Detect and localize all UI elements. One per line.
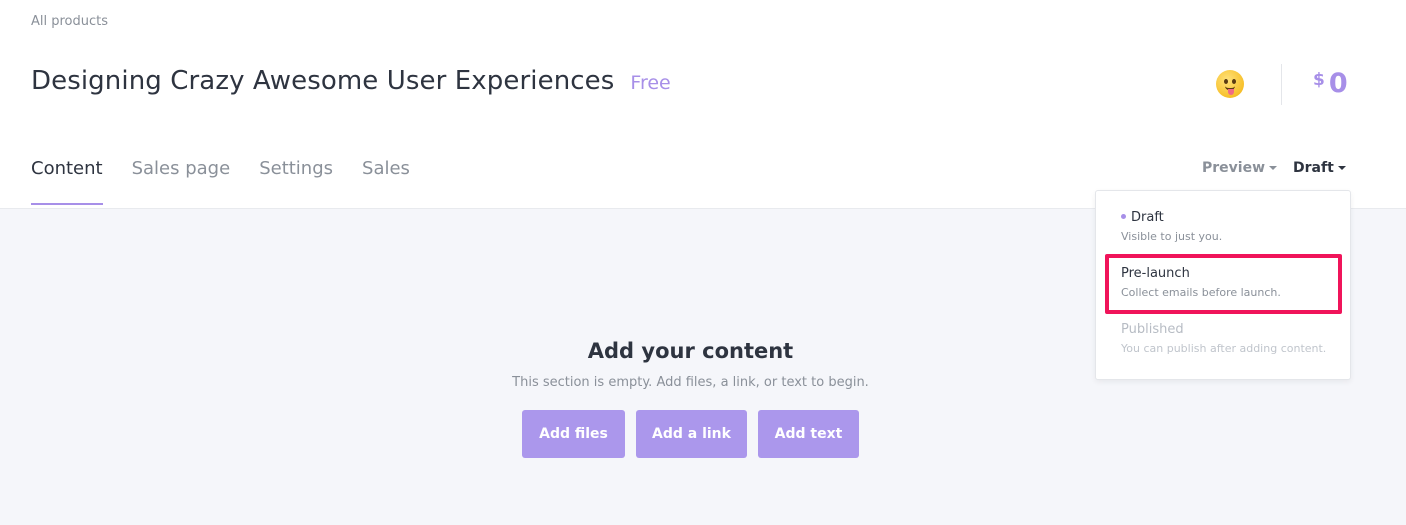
product-tabs: Content Sales page Settings Sales bbox=[31, 158, 410, 205]
caret-down-icon bbox=[1337, 166, 1346, 170]
avatar-eye bbox=[1224, 79, 1228, 84]
tab-content[interactable]: Content bbox=[31, 158, 103, 205]
status-dropdown-button[interactable]: Draft bbox=[1293, 160, 1346, 176]
add-link-button[interactable]: Add a link bbox=[636, 410, 747, 458]
status-option-description: Visible to just you. bbox=[1121, 230, 1223, 243]
product-editor-page: All products Designing Crazy Awesome Use… bbox=[0, 0, 1406, 525]
status-option-label: Pre-launch bbox=[1121, 266, 1190, 281]
add-text-button[interactable]: Add text bbox=[758, 410, 859, 458]
status-label: Draft bbox=[1293, 160, 1334, 176]
page-title: Designing Crazy Awesome User Experiences bbox=[31, 66, 615, 96]
status-option-description: Collect emails before launch. bbox=[1121, 286, 1281, 299]
breadcrumb-all-products[interactable]: All products bbox=[31, 14, 108, 29]
preview-label: Preview bbox=[1202, 160, 1266, 176]
content-actions: Add files Add a link Add text bbox=[522, 410, 859, 458]
status-dropdown-menu: Draft Visible to just you. Pre-launch Co… bbox=[1095, 190, 1351, 380]
caret-down-icon bbox=[1269, 166, 1278, 170]
price-tag: Free bbox=[630, 72, 671, 94]
tab-sales[interactable]: Sales bbox=[362, 158, 410, 205]
balance-amount: 0 bbox=[1328, 68, 1348, 99]
tab-settings[interactable]: Settings bbox=[259, 158, 333, 205]
title-row: Designing Crazy Awesome User Experiences… bbox=[31, 66, 671, 96]
status-option-published: Published You can publish after adding c… bbox=[1121, 322, 1326, 355]
avatar-eye bbox=[1232, 79, 1236, 84]
avatar-tongue bbox=[1228, 89, 1234, 95]
status-option-draft[interactable]: Draft Visible to just you. bbox=[1121, 210, 1222, 243]
tongue-out-emoji-icon[interactable] bbox=[1216, 70, 1244, 98]
preview-dropdown-button[interactable]: Preview bbox=[1202, 160, 1278, 176]
status-option-pre-launch[interactable]: Pre-launch Collect emails before launch. bbox=[1121, 266, 1281, 299]
balance-currency: $ bbox=[1313, 70, 1325, 90]
balance[interactable]: $0 bbox=[1313, 68, 1348, 99]
tab-sales-page[interactable]: Sales page bbox=[132, 158, 231, 205]
status-option-label: Published bbox=[1121, 322, 1184, 337]
add-files-button[interactable]: Add files bbox=[522, 410, 625, 458]
selected-dot-icon bbox=[1121, 214, 1126, 219]
status-option-label: Draft bbox=[1131, 210, 1164, 225]
status-option-description: You can publish after adding content. bbox=[1121, 342, 1327, 355]
header-divider bbox=[1281, 64, 1282, 105]
